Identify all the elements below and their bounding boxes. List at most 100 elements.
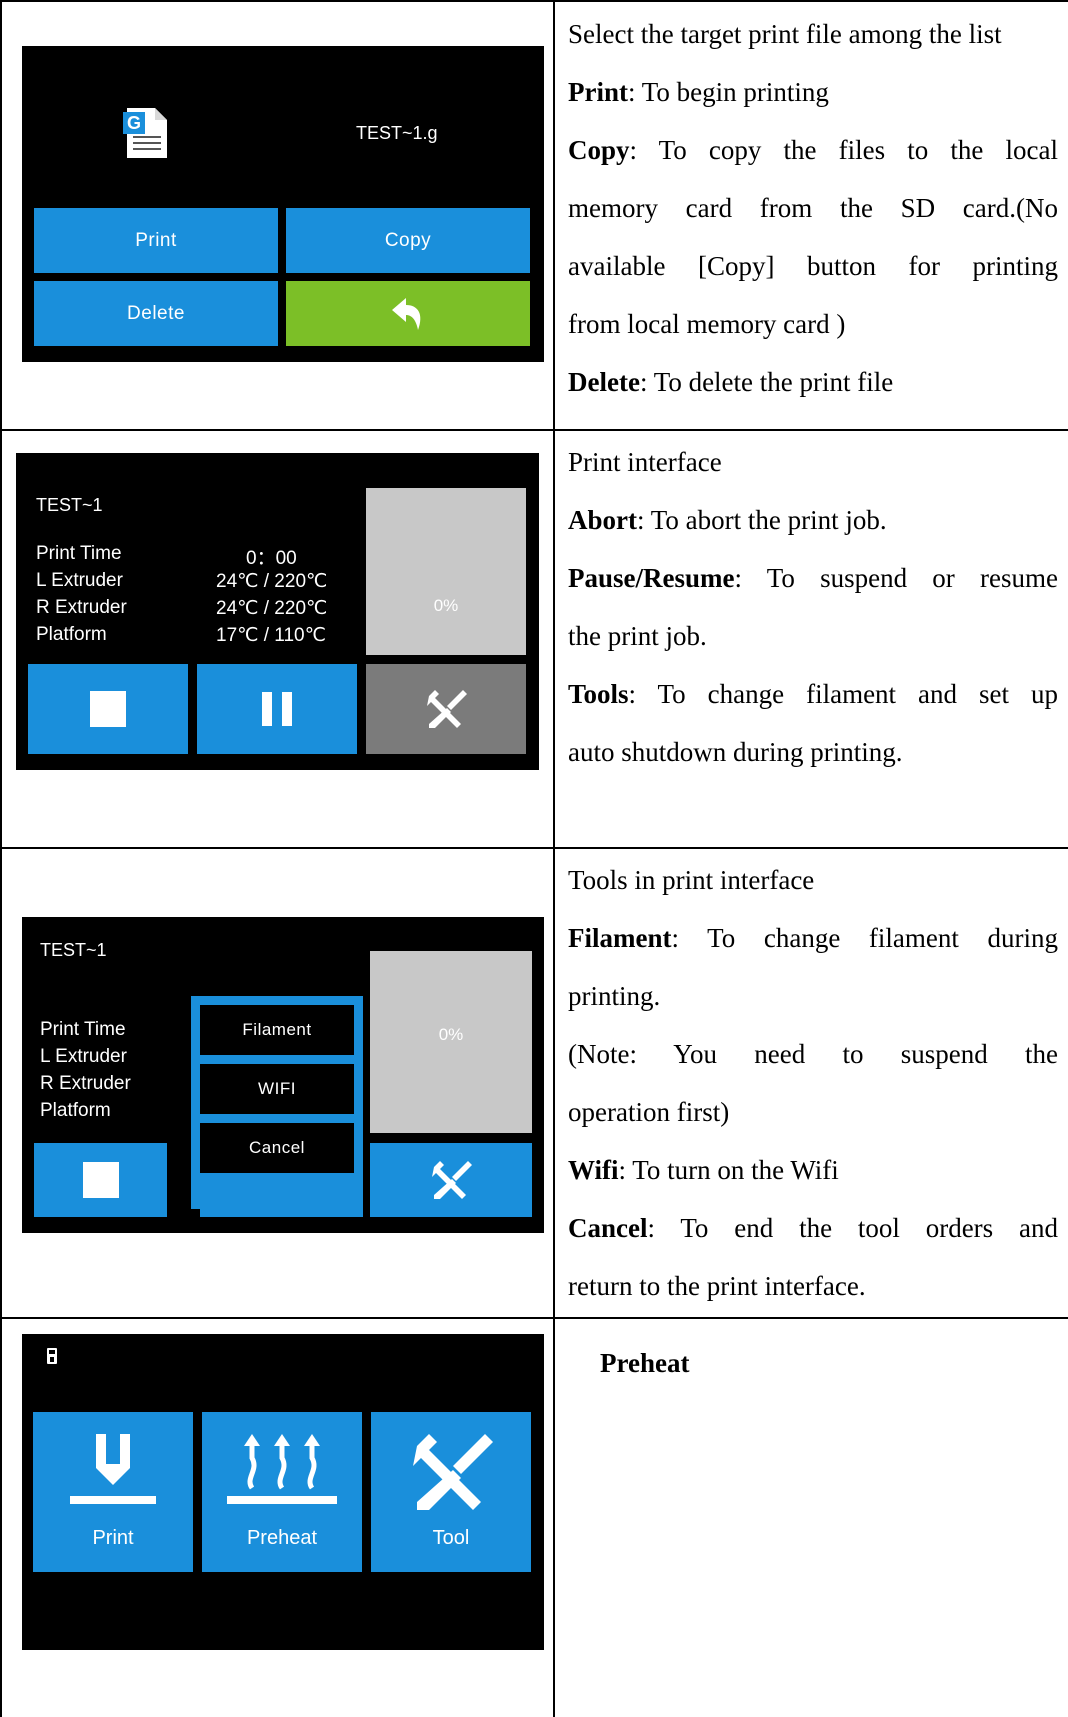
copy-term: Copy [568, 135, 630, 165]
tools-icon [413, 1434, 493, 1510]
value-platform: 17℃ / 110℃ [216, 625, 326, 646]
row2-pause-line1: Pause/Resume: To suspend or resume [568, 549, 1058, 607]
abort-text: : To abort the print job. [637, 505, 887, 535]
usb-icon [47, 1348, 57, 1364]
row3-wifi-line: Wifi: To turn on the Wifi [568, 1141, 1058, 1199]
heat-icon [227, 1434, 337, 1504]
progress-panel: 0% [366, 488, 526, 655]
row1-copy-line1: Copy: To copy the files to the local [568, 121, 1058, 179]
row1-description: Select the target print file among the l… [568, 5, 1058, 411]
tools-term: Tools [568, 679, 629, 709]
tools-tools-button[interactable] [370, 1143, 532, 1217]
delete-term: Delete [568, 367, 640, 397]
table-border-left [0, 0, 2, 1717]
filament-term: Filament [568, 923, 672, 953]
tools-file-name: TEST~1 [40, 940, 107, 960]
row3-cancel-line1: Cancel: To end the tool orders and [568, 1199, 1058, 1257]
pause-button[interactable] [197, 664, 357, 754]
row3-filament-line1: Filament: To change filament during [568, 909, 1058, 967]
stop-icon [82, 1162, 119, 1198]
progress-percent: 0% [433, 596, 459, 615]
label-l-extruder: L Extruder [36, 570, 123, 591]
tools-popup: Filament WIFI Cancel [191, 996, 363, 1209]
tools-button[interactable] [366, 664, 526, 754]
pause-icon [262, 692, 292, 726]
tools-icon [427, 690, 467, 728]
home-print-button[interactable]: Print [33, 1412, 193, 1572]
row2-line1: Print interface [568, 447, 722, 477]
home-preheat-button[interactable]: Preheat [202, 1412, 362, 1572]
table-border-top [0, 0, 1068, 2]
tools-icon [432, 1161, 472, 1199]
print-term: Print [568, 77, 628, 107]
abort-button[interactable] [28, 664, 188, 754]
row1-print-line: Print: To begin printing [568, 63, 1058, 121]
value-print-time: 0：00 [246, 548, 297, 569]
row3-cancel-line2: return to the print interface. [568, 1271, 866, 1301]
cancel-term: Cancel [568, 1213, 648, 1243]
tools-label-l-extruder: L Extruder [40, 1046, 127, 1067]
row3-note-line1: (Note: You need to suspend the [568, 1039, 1058, 1069]
tools-progress-panel: 0% [370, 951, 532, 1133]
tools-label-platform: Platform [40, 1100, 111, 1121]
row2-pause-line2: the print job. [568, 621, 707, 651]
menu-filament[interactable]: Filament [200, 1005, 354, 1055]
value-l-extruder: 24℃ / 220℃ [216, 571, 328, 592]
row2-description: Print interface Abort: To abort the prin… [568, 433, 1058, 781]
wifi-text: : To turn on the Wifi [618, 1155, 839, 1185]
tools-progress-percent: 0% [438, 1025, 464, 1044]
row1-copy-line2: memory card from the SD card.(No [568, 193, 1058, 223]
row4-description: Preheat [600, 1334, 1068, 1392]
stop-icon [90, 691, 126, 727]
menu-wifi[interactable]: WIFI [200, 1064, 354, 1114]
tools-screen: TEST~1 Print Time L Extruder R Extruder … [22, 917, 544, 1233]
print-screen: TEST~1 Print Time L Extruder R Extruder … [16, 453, 539, 770]
abort-term: Abort [568, 505, 637, 535]
home-print-label: Print [92, 1527, 134, 1549]
file-name: TEST~1.g [356, 123, 438, 143]
copy-text-1: : To copy the files to the local [629, 135, 1058, 165]
print-file-name: TEST~1 [36, 495, 103, 515]
delete-text: : To delete the print file [639, 367, 894, 397]
file-select-screen: G TEST~1.g Print Copy Delete [22, 46, 544, 362]
row1-copy-line3: available [Copy] button for printing [568, 251, 1058, 281]
column-divider [553, 0, 555, 1717]
return-arrow-icon [392, 297, 421, 330]
row3-note-line2: operation first) [568, 1097, 730, 1127]
row2-tools-line1: Tools: To change filament and set up [568, 665, 1058, 723]
home-tool-label: Tool [432, 1527, 470, 1549]
home-screen: Print Preheat Tool [22, 1334, 544, 1650]
filament-text-1: : To change filament during [671, 923, 1058, 953]
print-text: : To begin printing [628, 77, 829, 107]
row3-filament-line2: printing. [568, 981, 661, 1011]
home-preheat-label: Preheat [246, 1527, 318, 1549]
preheat-title: Preheat [600, 1348, 690, 1378]
label-platform: Platform [36, 624, 107, 645]
copy-button[interactable]: Copy [286, 208, 530, 273]
row3-line1: Tools in print interface [568, 865, 815, 895]
pause-text-1: : To suspend or resume [734, 563, 1058, 593]
row-divider-2 [0, 847, 1068, 849]
menu-cancel[interactable]: Cancel [200, 1123, 354, 1173]
print-nozzle-icon [70, 1434, 156, 1504]
cancel-text-1: : To end the tool orders and [647, 1213, 1058, 1243]
row1-copy-line4: from local memory card ) [568, 309, 846, 339]
row2-tools-line2: auto shutdown during printing. [568, 737, 903, 767]
tools-text-1: : To change filament and set up [628, 679, 1058, 709]
row3-description: Tools in print interface Filament: To ch… [568, 851, 1058, 1315]
gcode-file-icon: G [123, 106, 169, 160]
row2-abort-line: Abort: To abort the print job. [568, 491, 1058, 549]
row-divider-3 [0, 1317, 1068, 1319]
home-tool-button[interactable]: Tool [371, 1412, 531, 1572]
row1-delete-line: Delete: To delete the print file [568, 353, 1058, 411]
print-button[interactable]: Print [34, 208, 278, 273]
wifi-term: Wifi [568, 1155, 619, 1185]
tools-label-r-extruder: R Extruder [40, 1073, 131, 1094]
row1-line1: Select the target print file among the l… [568, 19, 1002, 49]
delete-button[interactable]: Delete [34, 281, 278, 346]
svg-text:G: G [127, 113, 141, 133]
back-button[interactable] [286, 281, 530, 346]
tools-abort-button[interactable] [34, 1143, 167, 1217]
value-r-extruder: 24℃ / 220℃ [216, 598, 328, 619]
tools-label-print-time: Print Time [40, 1019, 126, 1040]
